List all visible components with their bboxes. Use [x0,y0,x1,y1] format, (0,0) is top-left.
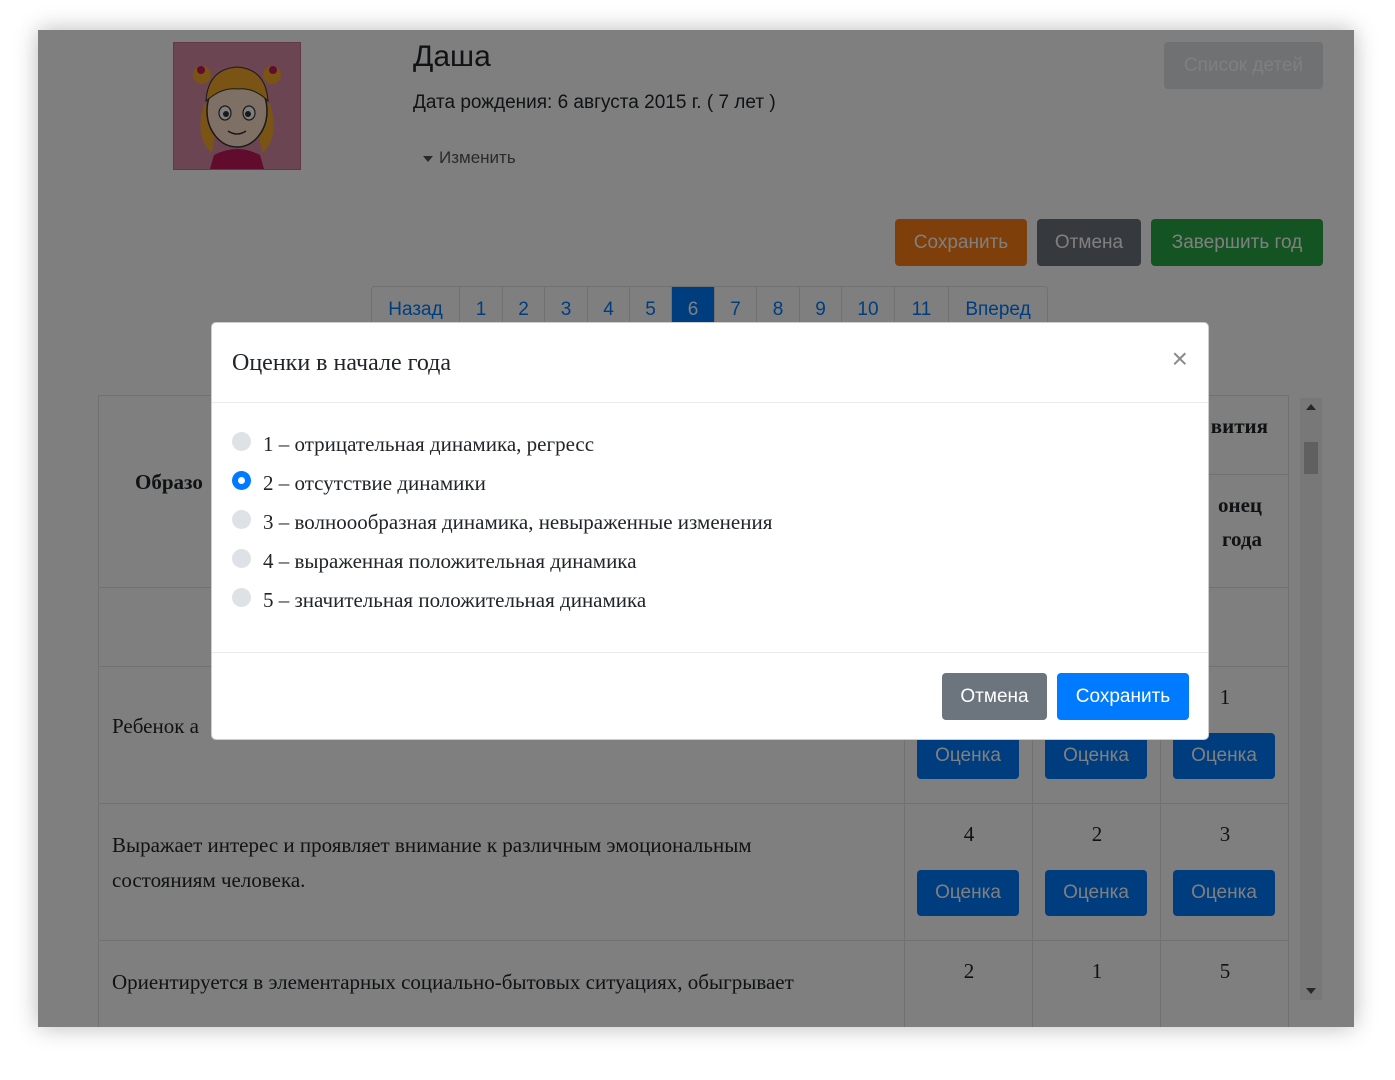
modal-footer: Отмена Сохранить [212,652,1208,741]
radio-button[interactable] [232,510,251,529]
rating-option-4[interactable]: 4 – выраженная положительная динамика [232,542,772,581]
modal-cancel-button[interactable]: Отмена [942,673,1047,720]
modal-save-button[interactable]: Сохранить [1057,673,1189,720]
rating-option-3[interactable]: 3 – волноообразная динамика, невыраженны… [232,503,772,542]
app-window: Даша Дата рождения: 6 августа 2015 г. ( … [38,30,1354,1027]
rating-modal: Оценки в начале года × 1 – отрицательная… [211,322,1209,740]
option-label: 1 – отрицательная динамика, регресс [263,432,595,456]
option-label: 2 – отсутствие динамики [263,471,486,495]
radio-button-checked[interactable] [232,471,251,490]
close-icon[interactable]: × [1172,345,1188,373]
option-label: 4 – выраженная положительная динамика [263,549,637,573]
rating-option-5[interactable]: 5 – значительная положительная динамика [232,581,772,620]
radio-button[interactable] [232,549,251,568]
rating-option-1[interactable]: 1 – отрицательная динамика, регресс [232,425,772,464]
radio-button[interactable] [232,588,251,607]
modal-title: Оценки в начале года [232,350,452,376]
option-label: 3 – волноообразная динамика, невыраженны… [263,510,773,534]
option-label: 5 – значительная положительная динамика [263,588,647,612]
rating-options: 1 – отрицательная динамика, регресс 2 – … [232,425,772,620]
radio-button[interactable] [232,432,251,451]
modal-header: Оценки в начале года × [212,323,1208,403]
rating-option-2[interactable]: 2 – отсутствие динамики [232,464,772,503]
